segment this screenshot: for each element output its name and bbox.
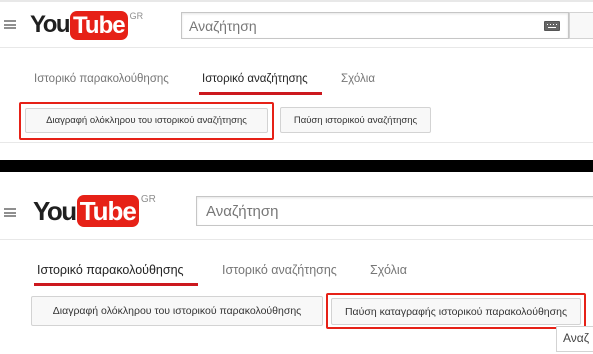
pause-watch-history-button[interactable]: Παύση καταγραφής ιστορικού παρακολούθηση… <box>331 298 581 325</box>
logo-country-code: GR <box>129 11 144 21</box>
logo-tube-text: Tube <box>76 195 139 227</box>
tab-comments[interactable]: Σχόλια <box>370 263 407 277</box>
tab-search-history[interactable]: Ιστορικό αναζήτησης <box>202 73 308 85</box>
search-history-screenshot: You Tube GR Αναζήτηση Ιστορικό παρακολού… <box>0 0 593 160</box>
tab-search-history[interactable]: Ιστορικό αναζήτησης <box>222 263 337 277</box>
active-tab-underline <box>34 283 198 286</box>
logo-you-text: You <box>33 195 77 226</box>
pause-search-history-button[interactable]: Παύση ιστορικού αναζήτησης <box>280 107 431 133</box>
search-input[interactable]: Αναζήτηση <box>181 12 569 39</box>
clear-search-history-button[interactable]: Διαγραφή ολόκληρου του ιστορικού αναζήτη… <box>25 108 268 133</box>
watch-history-screenshot: You Tube GR Αναζήτηση Ιστορικό παρακολού… <box>0 172 593 354</box>
logo-tube-text: Tube <box>70 10 128 40</box>
top-border <box>0 0 593 2</box>
tab-watch-history[interactable]: Ιστορικό παρακολούθησης <box>34 73 169 85</box>
logo-you-text: You <box>30 11 71 38</box>
guide-menu-icon[interactable] <box>4 208 16 217</box>
active-tab-underline <box>199 92 322 95</box>
header-divider <box>0 239 593 240</box>
youtube-logo[interactable]: You Tube GR <box>33 194 156 228</box>
tab-comments[interactable]: Σχόλια <box>341 73 375 85</box>
youtube-logo[interactable]: You Tube GR <box>30 10 143 40</box>
search-history-input-peek[interactable]: Αναζ <box>556 326 593 352</box>
keyboard-icon[interactable] <box>544 21 560 31</box>
content-divider <box>0 142 593 143</box>
search-input[interactable]: Αναζήτηση <box>196 196 593 226</box>
search-placeholder: Αναζήτηση <box>189 17 257 34</box>
header-divider <box>0 47 593 48</box>
screenshot-separator <box>0 160 593 172</box>
search-placeholder: Αναζήτηση <box>206 202 279 220</box>
search-button[interactable] <box>569 12 593 39</box>
clear-watch-history-button[interactable]: Διαγραφή ολόκληρου του ιστορικού παρακολ… <box>31 296 323 326</box>
guide-menu-icon[interactable] <box>4 20 16 29</box>
logo-country-code: GR <box>140 194 156 205</box>
tab-watch-history[interactable]: Ιστορικό παρακολούθησης <box>37 263 184 277</box>
